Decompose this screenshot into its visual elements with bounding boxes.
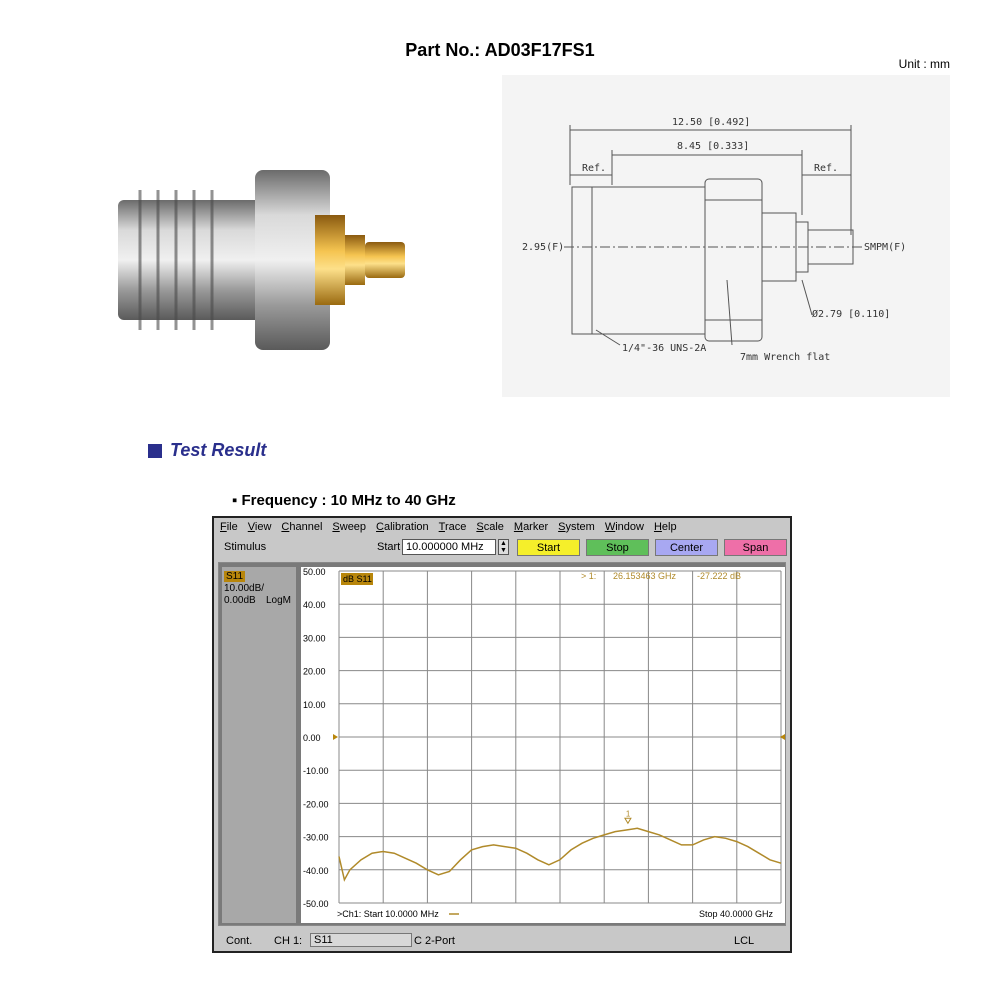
marker-frequency: 26.153463 GHz bbox=[613, 571, 677, 581]
y-tick-label: 10.00 bbox=[303, 700, 326, 710]
spin-button[interactable]: ▲ ▼ bbox=[498, 539, 509, 555]
reference-marker-left bbox=[333, 734, 338, 740]
y-tick-label: 50.00 bbox=[303, 567, 326, 577]
start-button[interactable]: Start bbox=[517, 539, 580, 556]
plot-area: 50.00 40.00 30.00 20.00 10.00 0.00 -10.00 -20.0… bbox=[301, 567, 785, 923]
menu-channel[interactable]: Channel bbox=[281, 521, 322, 533]
vna-window: File View Channel Sweep Calibration Trace Scal… bbox=[212, 516, 792, 953]
status-channel: CH 1: bbox=[274, 935, 303, 947]
drawing-left-port: 2.95(F) bbox=[522, 242, 564, 253]
status-calibration: C 2-Port bbox=[414, 935, 455, 947]
y-tick-label: 20.00 bbox=[303, 667, 326, 677]
trace-tag-label: dB S11 bbox=[343, 574, 372, 584]
y-tick-label: -50.00 bbox=[303, 899, 329, 909]
stimulus-toolbar: Stimulus Start 10.000000 MHz ▲ ▼ Start St… bbox=[214, 536, 790, 560]
y-tick-label: -30.00 bbox=[303, 833, 329, 843]
stop-button[interactable]: Stop bbox=[586, 539, 649, 556]
format-label: LogM bbox=[266, 595, 292, 606]
drawing-wrench: 7mm Wrench flat bbox=[740, 352, 830, 363]
drawing-right-port: SMPM(F) bbox=[864, 242, 906, 253]
menu-system[interactable]: System bbox=[558, 521, 595, 533]
center-button[interactable]: Center bbox=[655, 539, 718, 556]
menu-help[interactable]: Help bbox=[654, 521, 677, 533]
menu-window[interactable]: Window bbox=[605, 521, 644, 533]
menu-view[interactable]: View bbox=[248, 521, 272, 533]
drawing-ref-right: Ref. bbox=[814, 163, 838, 174]
drawing-ref-left: Ref. bbox=[582, 163, 606, 174]
status-cont: Cont. bbox=[226, 935, 253, 947]
status-param[interactable]: S11 bbox=[310, 933, 412, 947]
menu-marker[interactable]: Marker bbox=[514, 521, 548, 533]
drawing-dim-overall: 12.50 [0.492] bbox=[672, 117, 750, 128]
frequency-heading: ▪ Frequency : 10 MHz to 40 GHz bbox=[232, 492, 456, 509]
reference-level: 0.00dB bbox=[224, 595, 256, 606]
menu-trace[interactable]: Trace bbox=[439, 521, 467, 533]
menu-calibration[interactable]: Calibration bbox=[376, 521, 429, 533]
y-tick-label: -40.00 bbox=[303, 866, 329, 876]
square-bullet-icon bbox=[148, 443, 162, 458]
status-lcl: LCL bbox=[734, 935, 755, 947]
y-tick-label: 0.00 bbox=[303, 733, 321, 743]
drawing-thread: 1/4"-36 UNS-2A bbox=[622, 343, 706, 354]
marker-triangle-icon bbox=[624, 817, 632, 825]
menu-sweep[interactable]: Sweep bbox=[332, 521, 366, 533]
menu-file[interactable]: File bbox=[220, 521, 238, 533]
start-field-label: Start bbox=[377, 541, 401, 553]
test-result-heading: Test Result bbox=[148, 440, 266, 461]
y-tick-label: 30.00 bbox=[303, 633, 326, 643]
scale-per-div: 10.00dB/ bbox=[224, 583, 265, 594]
y-tick-label: -10.00 bbox=[303, 766, 329, 776]
trace-info-panel: S11 10.00dB/ 0.00dB LogM bbox=[222, 567, 296, 923]
span-button[interactable]: Span bbox=[724, 539, 787, 556]
unit-label: Unit : mm bbox=[898, 57, 950, 71]
drawing-diameter: Ø2.79 [0.110] bbox=[812, 308, 890, 320]
footer-start: >Ch1: Start 10.0000 MHz bbox=[337, 909, 439, 919]
y-tick-label: 40.00 bbox=[303, 600, 326, 610]
test-result-label: Test Result bbox=[170, 440, 267, 460]
plot-frame: S11 10.00dB/ 0.00dB LogM 50.00 40.00 30.00… bbox=[218, 562, 786, 926]
menu-scale[interactable]: Scale bbox=[476, 521, 504, 533]
footer-stop: Stop 40.0000 GHz bbox=[699, 909, 774, 919]
trace-box[interactable]: S11 bbox=[224, 571, 246, 582]
marker-label: > 1: bbox=[581, 571, 596, 581]
stimulus-label: Stimulus bbox=[224, 541, 267, 553]
start-frequency-input[interactable]: 10.000000 MHz bbox=[402, 539, 496, 555]
drawing-dim-body: 8.45 [0.333] bbox=[677, 141, 749, 152]
marker-number: 1 bbox=[626, 809, 631, 818]
menu-bar: File View Channel Sweep Calibration Trace Scal… bbox=[214, 518, 790, 536]
status-bar: Cont. CH 1: S11 C 2-Port LCL bbox=[214, 931, 790, 951]
part-title: Part No.: AD03F17FS1 bbox=[405, 40, 595, 60]
marker-value: -27.222 dB bbox=[697, 571, 741, 581]
y-tick-label: -20.00 bbox=[303, 799, 329, 809]
technical-drawing: 12.50 [0.492] 8.45 [0.333] Ref. Ref. 2.9… bbox=[502, 75, 950, 397]
product-photo bbox=[110, 160, 410, 360]
